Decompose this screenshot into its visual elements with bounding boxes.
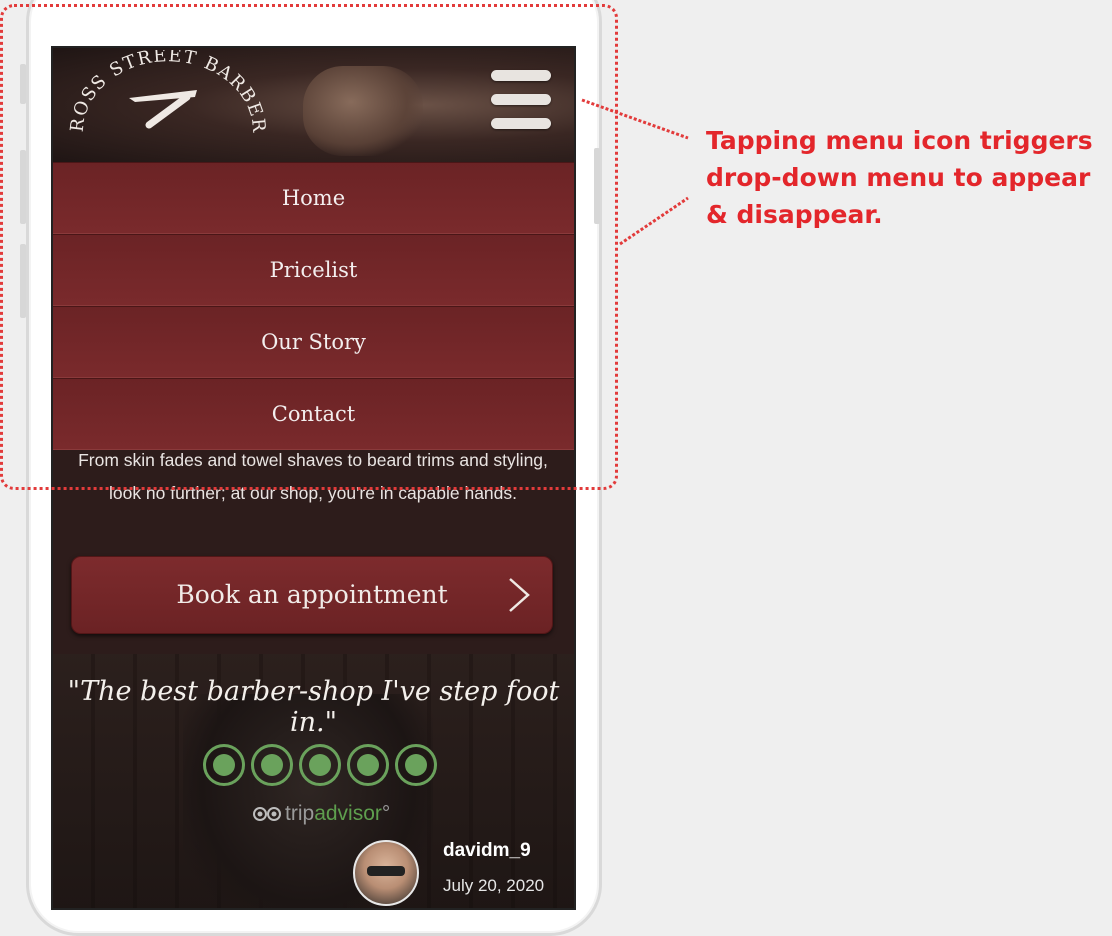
annotation-highlight-box — [0, 4, 618, 490]
annotation-line-bottom — [619, 196, 689, 246]
avatar-glasses — [367, 866, 405, 876]
rating-bubble-3 — [299, 744, 341, 786]
reviewer-username[interactable]: davidm_9 — [443, 840, 531, 862]
rating-bubble-1 — [203, 744, 245, 786]
tripadvisor-advisor-text: advisor — [314, 802, 382, 825]
annotation-text: Tapping menu icon triggers drop-down men… — [706, 126, 1093, 229]
book-appointment-label: Book an appointment — [176, 580, 448, 609]
review-section: "The best barber-shop I've step foot in.… — [53, 654, 574, 908]
review-quote: "The best barber-shop I've step foot in.… — [67, 676, 560, 738]
chevron-right-icon — [509, 578, 530, 612]
book-appointment-button[interactable]: Book an appointment — [71, 556, 553, 634]
tripadvisor-owl-icon — [253, 807, 281, 821]
rating-bubble-4 — [347, 744, 389, 786]
rating-bubble-5 — [395, 744, 437, 786]
review-date: July 20, 2020 — [443, 876, 545, 895]
tripadvisor-logo[interactable]: tripadvisor° — [253, 802, 413, 828]
reviewer-avatar — [353, 840, 419, 906]
tripadvisor-mark: ° — [381, 802, 391, 825]
rating-bubble-2 — [251, 744, 293, 786]
tripadvisor-trip-text: trip — [285, 802, 315, 825]
tripadvisor-wordmark: tripadvisor° — [285, 802, 390, 826]
